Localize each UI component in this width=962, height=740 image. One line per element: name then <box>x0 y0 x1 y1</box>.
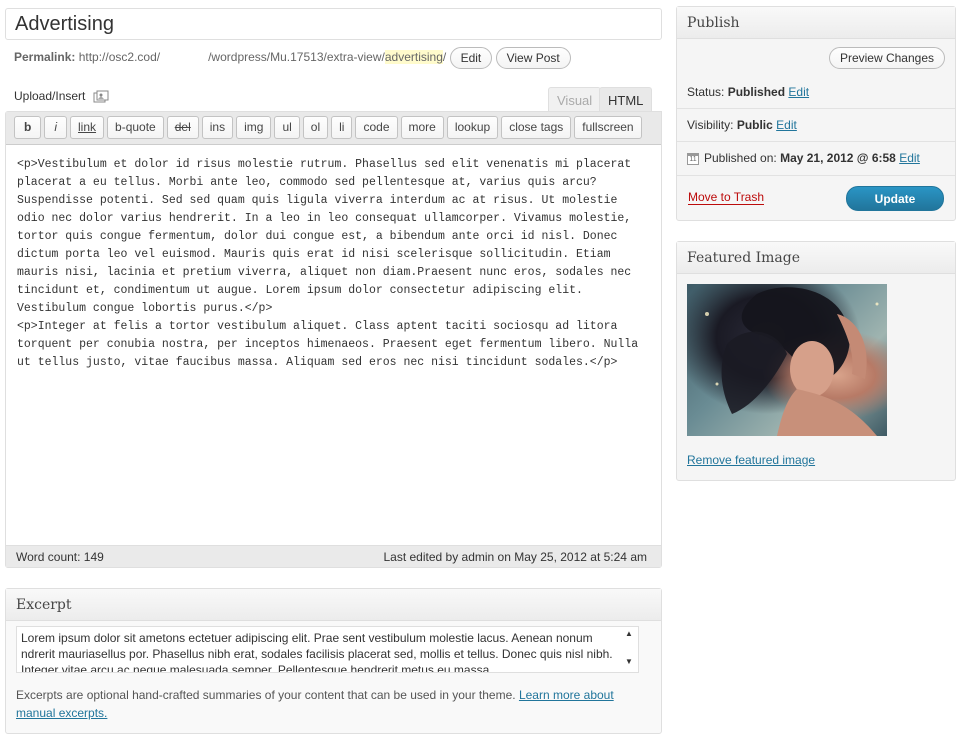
close-tags-button[interactable]: close tags <box>501 116 572 139</box>
img-button[interactable]: img <box>236 116 272 139</box>
excerpt-textarea[interactable]: Lorem ipsum dolor sit ametons ectetuer a… <box>16 626 639 673</box>
excerpt-box: Excerpt Lorem ipsum dolor sit ametons ec… <box>5 588 662 734</box>
bold-button[interactable]: b <box>14 116 42 139</box>
ul-button[interactable]: ul <box>274 116 300 139</box>
publish-box: Publish Preview Changes Status: Publishe… <box>676 6 956 221</box>
publish-heading[interactable]: Publish <box>677 7 955 39</box>
li-button[interactable]: li <box>331 116 353 139</box>
ol-button[interactable]: ol <box>302 116 329 139</box>
permalink-row: Permalink: http://osc2.cod/ /wordpress/Mu… <box>14 45 571 69</box>
editor-status-bar: Word count: 149 Last edited by admin on … <box>6 545 661 567</box>
permalink-label: Permalink: <box>14 50 76 64</box>
permalink-slug[interactable]: advertising <box>384 50 443 64</box>
remove-featured-image-link[interactable]: Remove featured image <box>687 453 815 467</box>
excerpt-text: Lorem ipsum dolor sit ametons ectetuer a… <box>21 631 613 673</box>
move-to-trash-link[interactable]: Move to Trash <box>688 190 765 205</box>
visibility-value: Public <box>736 118 773 132</box>
status-value: Published <box>727 85 786 99</box>
view-post-button[interactable]: View Post <box>495 46 571 69</box>
last-edited: Last edited by admin on May 25, 2012 at … <box>383 550 647 564</box>
ins-button[interactable]: ins <box>201 116 234 139</box>
visibility-label: Visibility: <box>687 118 734 132</box>
post-editor: b i link b-quote del ins img ul ol li code more look… <box>5 111 662 568</box>
link-button[interactable]: link <box>70 116 105 139</box>
excerpt-help-text: Excerpts are optional hand-crafted summa… <box>16 688 516 702</box>
blockquote-button[interactable]: b-quote <box>107 116 164 139</box>
permalink-base: http://osc2.cod/ <box>78 50 161 64</box>
published-label: Published on: <box>704 151 777 165</box>
tab-visual[interactable]: Visual <box>548 87 602 112</box>
scroll-up-icon[interactable]: ▲ <box>622 629 636 639</box>
preview-changes-button[interactable]: Preview Changes <box>828 47 945 69</box>
media-icon[interactable] <box>93 90 109 104</box>
edit-permalink-button[interactable]: Edit <box>449 46 493 69</box>
published-value: May 21, 2012 @ 6:58 <box>780 151 896 165</box>
scroll-down-icon[interactable]: ▼ <box>622 657 636 667</box>
excerpt-scrollbar[interactable]: ▲ ▼ <box>622 629 636 669</box>
excerpt-heading[interactable]: Excerpt <box>6 589 661 621</box>
lookup-button[interactable]: lookup <box>446 116 499 139</box>
upload-insert: Upload/Insert <box>14 89 109 104</box>
excerpt-help: Excerpts are optional hand-crafted summa… <box>16 686 646 722</box>
tab-html[interactable]: HTML <box>599 87 653 112</box>
code-button[interactable]: code <box>355 116 398 139</box>
visibility-row: Visibility: Public Edit <box>687 118 797 132</box>
status-row: Status: Published Edit <box>687 85 809 99</box>
post-title-input[interactable]: Advertising <box>5 8 662 40</box>
featured-image-box: Featured Image Remove featured image <box>676 241 956 481</box>
status-label: Status: <box>687 85 725 99</box>
permalink-path: /wordpress/Mu.17513/extra-view/ <box>208 50 385 64</box>
word-count: Word count: 149 <box>16 550 104 564</box>
featured-image-heading[interactable]: Featured Image <box>677 242 955 274</box>
update-button[interactable]: Update <box>846 186 944 211</box>
edit-status-link[interactable]: Edit <box>788 85 809 99</box>
fullscreen-button[interactable]: fullscreen <box>574 116 642 139</box>
edit-visibility-link[interactable]: Edit <box>776 118 797 132</box>
permalink-trailing: / <box>442 50 447 64</box>
published-on-row: 11 Published on: May 21, 2012 @ 6:58 Edit <box>687 151 920 165</box>
italic-button[interactable]: i <box>44 116 68 139</box>
quicktags-toolbar: b i link b-quote del ins img ul ol li code more look… <box>6 112 661 145</box>
upload-insert-label: Upload/Insert <box>14 89 86 103</box>
del-button[interactable]: del <box>166 116 199 139</box>
edit-date-link[interactable]: Edit <box>899 151 920 165</box>
more-button[interactable]: more <box>400 116 444 139</box>
content-textarea[interactable]: <p>Vestibulum et dolor id risus molestie… <box>6 145 661 545</box>
calendar-icon: 11 <box>687 152 699 165</box>
featured-image-thumbnail[interactable] <box>687 284 887 436</box>
